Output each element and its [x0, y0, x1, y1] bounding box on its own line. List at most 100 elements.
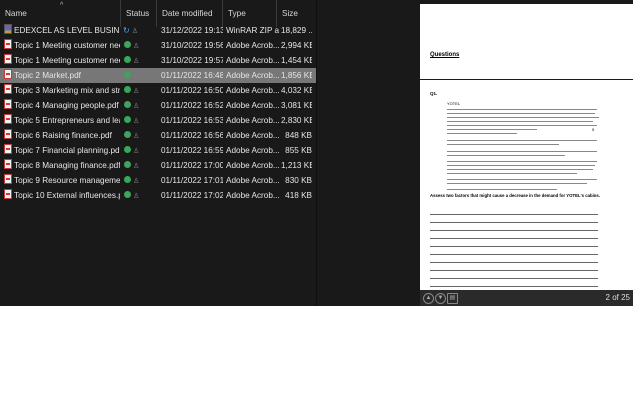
shared-person-icon: ♙ [133, 88, 140, 95]
file-date-cell: 31/10/2022 19:56 [161, 41, 223, 50]
table-row[interactable]: Topic 6 Raising finance.pdf ♙ 01/11/2022 1… [0, 128, 316, 143]
table-row[interactable]: Topic 8 Managing finance.pdf ♙ 01/11/2022 … [0, 158, 316, 173]
shared-person-icon: ♙ [133, 148, 140, 155]
table-row[interactable]: Topic 10 External influences.pdf ♙ 01/11/2… [0, 188, 316, 203]
zip-archive-icon [4, 24, 12, 34]
shared-person-icon: ♙ [133, 178, 140, 185]
shared-person-icon: ♙ [133, 193, 140, 200]
file-name-cell[interactable]: Topic 5 Entrepreneurs and lead... [4, 113, 120, 128]
greeked-text-line [447, 165, 595, 166]
file-size-cell: 848 KB [285, 131, 312, 140]
file-name-cell[interactable]: Topic 7 Financial planning.pdf [4, 143, 120, 158]
table-row[interactable]: Topic 2 Market.pdf ♙ 01/11/2022 16:48 Adobe… [0, 68, 316, 83]
file-date-cell: 01/11/2022 17:02 [161, 191, 223, 200]
file-size-cell: 3,081 KB [281, 101, 312, 110]
synced-check-icon [124, 41, 131, 48]
file-name-cell[interactable]: Topic 6 Raising finance.pdf [4, 128, 120, 143]
file-type-cell: WinRAR ZIP a... [226, 26, 279, 35]
file-rows: EDEXCEL AS LEVEL BUSINESS ...↻♙31/12/202… [0, 23, 316, 203]
file-name: Topic 1 Meeting customer nee... [14, 56, 120, 65]
previous-page-icon[interactable]: ▲ [423, 293, 434, 304]
greeked-text-line [447, 125, 597, 126]
file-type-cell: Adobe Acrob... [226, 86, 279, 95]
greeked-text-line [447, 155, 565, 156]
file-name: Topic 2 Market.pdf [14, 71, 81, 80]
file-size-cell: 830 KB [285, 176, 312, 185]
file-name-cell[interactable]: EDEXCEL AS LEVEL BUSINESS ... [4, 23, 120, 38]
file-name-cell[interactable]: Topic 2 Market.pdf [4, 68, 120, 83]
file-name-cell[interactable]: Topic 10 External influences.pdf [4, 188, 120, 203]
synced-check-icon [124, 131, 131, 138]
table-row[interactable]: EDEXCEL AS LEVEL BUSINESS ...↻♙ 31/12/202… [0, 23, 316, 38]
preview-passage-title: YOTEL [447, 101, 461, 106]
answer-line [430, 270, 598, 271]
file-type-cell: Adobe Acrob... [226, 146, 279, 155]
synced-check-icon [124, 116, 131, 123]
answer-line [430, 230, 598, 231]
pdf-file-icon [4, 159, 12, 169]
answer-line [430, 286, 598, 287]
file-size-cell: 4,032 KB [281, 86, 312, 95]
file-date-cell: 01/11/2022 16:48 [161, 71, 223, 80]
file-name-cell[interactable]: Topic 1 Meeting customer nee... [4, 53, 120, 68]
file-status-cell: ♙ [123, 98, 157, 113]
table-row[interactable]: Topic 3 Marketing mix and stra... ♙ 01/11/… [0, 83, 316, 98]
table-row[interactable]: Topic 1 Meeting customer nee... ♙ 31/10/20… [0, 53, 316, 68]
greeked-text-line [447, 179, 597, 180]
file-name: Topic 4 Managing people.pdf [14, 101, 119, 110]
shared-person-icon: ♙ [133, 73, 140, 80]
file-date-cell: 01/11/2022 16:52 [161, 101, 223, 110]
file-name-cell[interactable]: Topic 9 Resource managemen... [4, 173, 120, 188]
preview-question-number: Q1. [430, 91, 438, 96]
file-name: Topic 8 Managing finance.pdf [14, 161, 120, 170]
pdf-file-icon [4, 144, 12, 154]
file-type-cell: Adobe Acrob... [226, 56, 279, 65]
file-type-cell: Adobe Acrob... [226, 101, 279, 110]
greeked-text-line [447, 109, 597, 110]
table-row[interactable]: Topic 4 Managing people.pdf ♙ 01/11/2022 1… [0, 98, 316, 113]
answer-line [430, 222, 598, 223]
synced-check-icon [124, 71, 131, 78]
file-size-cell: 1,454 KB [281, 56, 312, 65]
file-type-cell: Adobe Acrob... [226, 41, 279, 50]
greeked-text-line [447, 151, 597, 152]
file-date-cell: 01/11/2022 16:59 [161, 146, 223, 155]
pdf-file-icon [4, 39, 12, 49]
file-type-cell: Adobe Acrob... [226, 161, 279, 170]
file-size-cell: 418 KB [285, 191, 312, 200]
synced-check-icon [124, 146, 131, 153]
pane-divider[interactable] [316, 0, 317, 306]
file-name: Topic 5 Entrepreneurs and lead... [14, 116, 120, 125]
file-name-cell[interactable]: Topic 8 Managing finance.pdf [4, 158, 120, 173]
file-size-cell: 18,829 ... [281, 26, 312, 35]
pdf-file-icon [4, 189, 12, 199]
table-row[interactable]: Topic 9 Resource managemen... ♙ 01/11/2022… [0, 173, 316, 188]
page-indicator: 2 of 25 [605, 293, 630, 302]
pdf-file-icon [4, 84, 12, 94]
pdf-file-icon [4, 69, 12, 79]
table-row[interactable]: Topic 7 Financial planning.pdf ♙ 01/11/202… [0, 143, 316, 158]
file-status-cell: ♙ [123, 143, 157, 158]
file-name-cell[interactable]: Topic 3 Marketing mix and stra... [4, 83, 120, 98]
synced-check-icon [124, 176, 131, 183]
answer-line [430, 254, 598, 255]
greeked-text-line [447, 113, 595, 114]
file-name-cell[interactable]: Topic 1 Meeting customer nee... [4, 38, 120, 53]
table-row[interactable]: Topic 5 Entrepreneurs and lead... ♙ 01/11/… [0, 113, 316, 128]
answer-line [430, 246, 598, 247]
file-status-cell: ♙ [123, 113, 157, 128]
file-explorer: ^ Name Status Date modified Type Size ED… [0, 0, 633, 306]
greeked-text-line [447, 173, 577, 174]
next-page-icon[interactable]: ▼ [435, 293, 446, 304]
file-type-cell: Adobe Acrob... [226, 176, 279, 185]
file-name: Topic 1 Meeting customer nee... [14, 41, 120, 50]
file-date-cell: 31/10/2022 19:57 [161, 56, 223, 65]
greeked-text-line [447, 117, 599, 118]
page-view-icon[interactable]: ▤ [447, 293, 458, 304]
file-date-cell: 01/11/2022 17:01 [161, 176, 223, 185]
greeked-text-line [447, 129, 537, 130]
table-row[interactable]: Topic 1 Meeting customer nee... ♙ 31/10/20… [0, 38, 316, 53]
file-name-cell[interactable]: Topic 4 Managing people.pdf [4, 98, 120, 113]
pdf-file-icon [4, 129, 12, 139]
greeked-text-line [447, 144, 559, 145]
